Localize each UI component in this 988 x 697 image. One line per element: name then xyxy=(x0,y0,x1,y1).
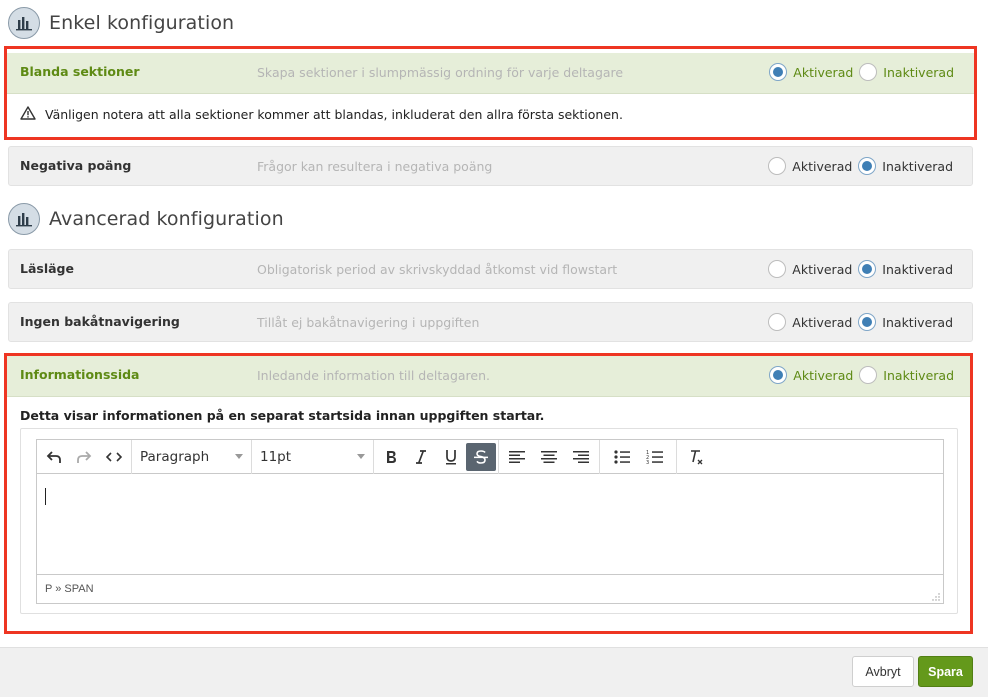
setting-row-info-page: Informationssida Inledande information t… xyxy=(7,356,970,397)
radio-disabled-label[interactable]: Inaktiverad xyxy=(882,262,953,277)
shuffle-note-text: Vänligen notera att alla sektioner komme… xyxy=(45,107,623,122)
cancel-button[interactable]: Avbryt xyxy=(852,656,914,687)
radio-enabled-no-back[interactable] xyxy=(768,313,787,331)
setting-description: Skapa sektioner i slumpmässig ordning fö… xyxy=(257,65,624,80)
setting-label: Ingen bakåtnavigering xyxy=(20,314,180,329)
redo-icon[interactable] xyxy=(69,443,99,471)
radio-enabled-label[interactable]: Aktiverad xyxy=(792,262,852,277)
editor-content-area[interactable] xyxy=(37,474,943,574)
setting-description: Obligatorisk period av skrivskyddad åtko… xyxy=(257,262,618,277)
element-path: P » SPAN xyxy=(45,583,94,595)
setting-description: Tillåt ej bakåtnavigering i uppgiften xyxy=(257,315,480,330)
format-select-value: Paragraph xyxy=(140,448,210,465)
bold-icon[interactable] xyxy=(376,443,406,471)
radio-disabled-label[interactable]: Inaktiverad xyxy=(883,65,954,80)
radio-enabled-label[interactable]: Aktiverad xyxy=(792,159,852,174)
radio-disabled-read-mode[interactable] xyxy=(858,260,877,278)
advanced-config-header: Avancerad konfiguration xyxy=(8,203,284,235)
setting-label: Informationssida xyxy=(20,367,140,382)
resize-grip-icon[interactable] xyxy=(932,592,940,601)
setting-description: Frågor kan resultera i negativa poäng xyxy=(257,159,493,174)
advanced-config-title: Avancerad konfiguration xyxy=(49,208,284,230)
radio-enabled-shuffle[interactable] xyxy=(769,63,788,81)
radio-disabled-label[interactable]: Inaktiverad xyxy=(882,159,953,174)
underline-icon[interactable] xyxy=(436,443,466,471)
editor-toolbar: Paragraph 11pt 1 2 3 xyxy=(37,439,943,474)
radio-enabled-negative[interactable] xyxy=(768,157,787,175)
shuffle-note: Vänligen notera att alla sektioner komme… xyxy=(20,106,623,123)
radio-enabled-label[interactable]: Aktiverad xyxy=(792,315,852,330)
setting-row-negative: Negativa poäng Frågor kan resultera i ne… xyxy=(8,146,973,186)
editor-statusbar: P » SPAN xyxy=(37,574,943,603)
setting-row-read-mode: Läsläge Obligatorisk period av skrivskyd… xyxy=(8,249,973,289)
simple-config-title: Enkel konfiguration xyxy=(49,12,235,34)
rich-text-editor: Paragraph 11pt 1 2 3 P » SPAN xyxy=(36,439,944,604)
svg-text:3: 3 xyxy=(646,460,649,465)
setting-label: Blanda sektioner xyxy=(20,64,140,79)
simple-config-header: Enkel konfiguration xyxy=(8,7,234,39)
radio-disabled-no-back[interactable] xyxy=(858,313,877,331)
warning-icon xyxy=(20,106,36,123)
font-size-select[interactable]: 11pt xyxy=(252,439,374,474)
radio-disabled-info-page[interactable] xyxy=(859,366,878,384)
undo-icon[interactable] xyxy=(39,443,69,471)
radio-disabled-shuffle[interactable] xyxy=(859,63,878,81)
numbered-list-icon[interactable]: 123 xyxy=(638,443,670,471)
chevron-down-icon xyxy=(357,454,365,459)
radio-enabled-label[interactable]: Aktiverad xyxy=(793,368,853,383)
radio-enabled-info-page[interactable] xyxy=(769,366,788,384)
align-left-icon[interactable] xyxy=(501,443,533,471)
footer-bar xyxy=(0,647,988,697)
info-page-explanation: Detta visar informationen på en separat … xyxy=(20,408,545,423)
chart-icon xyxy=(8,7,40,39)
format-select[interactable]: Paragraph xyxy=(132,439,252,474)
setting-row-shuffle: Blanda sektioner Skapa sektioner i slump… xyxy=(7,53,974,94)
italic-icon[interactable] xyxy=(406,443,436,471)
setting-label: Negativa poäng xyxy=(20,158,132,173)
setting-label: Läsläge xyxy=(20,261,74,276)
text-cursor xyxy=(45,488,46,505)
align-center-icon[interactable] xyxy=(533,443,565,471)
radio-disabled-label[interactable]: Inaktiverad xyxy=(882,315,953,330)
code-icon[interactable] xyxy=(99,443,129,471)
bullet-list-icon[interactable] xyxy=(606,443,638,471)
radio-disabled-label[interactable]: Inaktiverad xyxy=(883,368,954,383)
setting-row-no-back: Ingen bakåtnavigering Tillåt ej bakåtnav… xyxy=(8,302,973,342)
chart-icon xyxy=(8,203,40,235)
radio-enabled-label[interactable]: Aktiverad xyxy=(793,65,853,80)
font-size-select-value: 11pt xyxy=(260,448,292,465)
radio-enabled-read-mode[interactable] xyxy=(768,260,787,278)
align-right-icon[interactable] xyxy=(565,443,597,471)
clear-format-icon[interactable] xyxy=(681,443,711,471)
setting-description: Inledande information till deltagaren. xyxy=(257,368,491,383)
radio-disabled-negative[interactable] xyxy=(858,157,877,175)
strikethrough-icon[interactable] xyxy=(466,442,496,471)
save-button[interactable]: Spara xyxy=(918,656,973,687)
chevron-down-icon xyxy=(235,454,243,459)
